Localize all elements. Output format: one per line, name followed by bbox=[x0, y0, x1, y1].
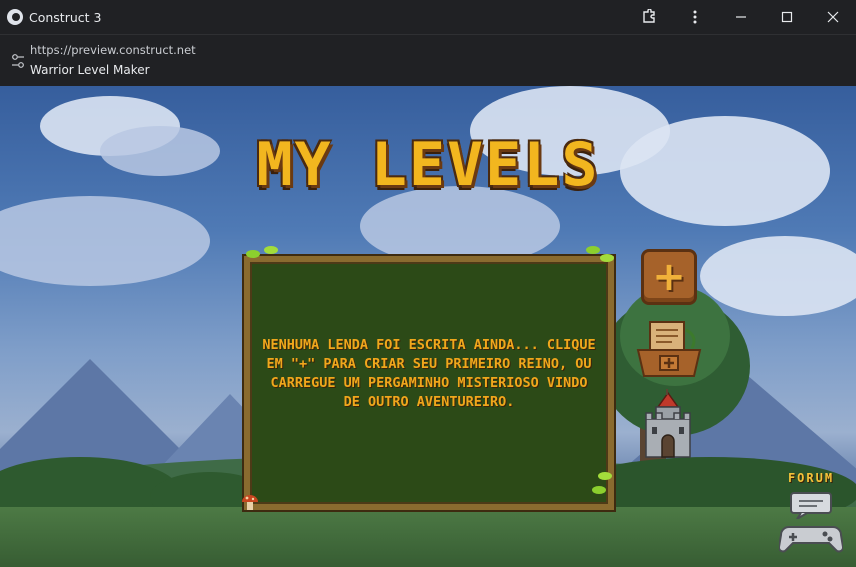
forum-button[interactable]: FORUM bbox=[779, 471, 843, 553]
empty-levels-message: NENHUMA LENDA FOI ESCRITA AINDA... CLIQU… bbox=[262, 337, 596, 410]
leaf-decoration bbox=[246, 250, 260, 258]
forum-label: FORUM bbox=[787, 471, 835, 485]
close-icon bbox=[827, 11, 839, 23]
page-name: Warrior Level Maker bbox=[30, 63, 150, 77]
ground bbox=[0, 507, 856, 567]
site-settings-icon[interactable] bbox=[11, 53, 25, 69]
chat-bubble-icon bbox=[790, 492, 832, 519]
create-level-button[interactable]: + bbox=[641, 249, 697, 305]
leaf-decoration bbox=[600, 254, 614, 262]
levels-board: NENHUMA LENDA FOI ESCRITA AINDA... CLIQU… bbox=[244, 256, 614, 510]
castle-button[interactable] bbox=[642, 389, 694, 459]
cloud bbox=[700, 236, 856, 316]
castle-icon bbox=[645, 389, 691, 458]
window-titlebar: Construct 3 bbox=[0, 0, 856, 34]
mushroom-icon bbox=[242, 495, 258, 510]
leaf-decoration bbox=[264, 246, 278, 254]
leaf-decoration bbox=[586, 246, 600, 254]
close-button[interactable] bbox=[810, 0, 856, 34]
plus-icon: + bbox=[652, 254, 686, 300]
site-info-bar: https://preview.construct.net Warrior Le… bbox=[0, 34, 856, 86]
minimize-icon bbox=[736, 16, 746, 18]
maximize-icon bbox=[781, 11, 793, 23]
leaf-decoration bbox=[598, 472, 612, 480]
puzzle-icon bbox=[643, 9, 655, 23]
leaf-decoration bbox=[592, 486, 606, 494]
kebab-menu-icon bbox=[693, 10, 697, 24]
cloud bbox=[0, 196, 210, 286]
window-title: Construct 3 bbox=[29, 9, 102, 25]
page-title: MY LEVELS bbox=[256, 130, 600, 200]
url-text: https://preview.construct.net bbox=[30, 43, 196, 57]
minimize-button[interactable] bbox=[718, 0, 764, 34]
game-viewport[interactable]: MY LEVELS NENHUMA LENDA FOI ESCRITA AIND… bbox=[0, 86, 856, 567]
load-scroll-button[interactable] bbox=[634, 320, 704, 380]
extensions-button[interactable] bbox=[626, 0, 672, 34]
construct-logo-icon bbox=[7, 9, 23, 25]
more-menu-button[interactable] bbox=[672, 0, 718, 34]
gamepad-icon bbox=[779, 526, 843, 553]
maximize-button[interactable] bbox=[764, 0, 810, 34]
scroll-load-icon bbox=[636, 321, 702, 377]
